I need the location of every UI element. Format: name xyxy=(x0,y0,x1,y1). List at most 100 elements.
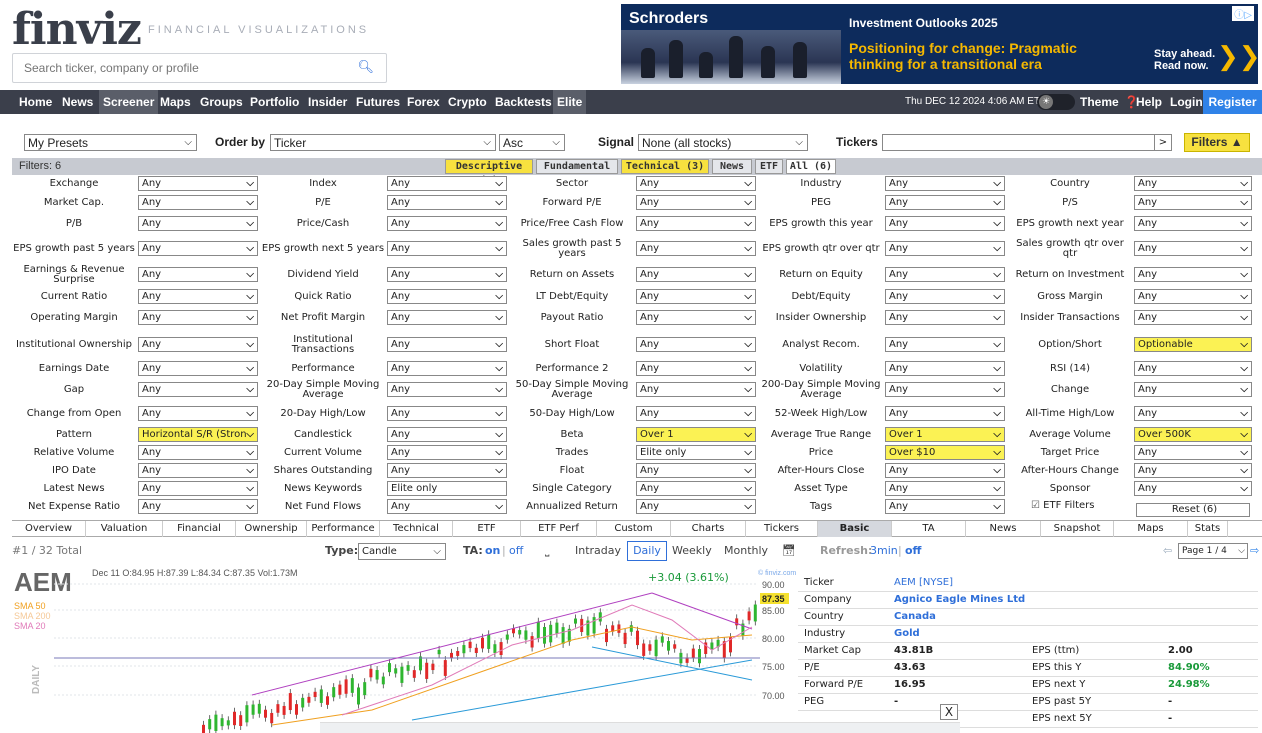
filter-select[interactable]: Any ⌵ xyxy=(636,406,756,421)
monthly-button[interactable]: Monthly xyxy=(724,541,768,561)
nav-maps[interactable]: Maps xyxy=(160,90,191,114)
snapshot-value[interactable]: Gold xyxy=(894,626,920,642)
view-tab-basic[interactable]: Basic xyxy=(818,521,892,537)
view-tab-news[interactable]: News xyxy=(966,521,1041,537)
filter-select[interactable]: Any ⌵ xyxy=(636,216,756,231)
view-tab-ta[interactable]: TA xyxy=(892,521,966,537)
nav-screener[interactable]: Screener xyxy=(99,90,159,114)
filter-select[interactable]: Any ⌵ xyxy=(138,382,258,397)
filter-select[interactable]: Any ⌵ xyxy=(885,310,1005,325)
ad-cta[interactable]: Stay ahead. Read now. xyxy=(1154,48,1220,72)
filter-select[interactable]: Any ⌵ xyxy=(636,463,756,478)
view-tab-maps[interactable]: Maps xyxy=(1114,521,1188,537)
filter-select[interactable]: Over 1 ⌵ xyxy=(636,427,756,442)
chevron-right-icon[interactable]: ❯❯ xyxy=(1217,42,1258,72)
register-button[interactable]: Register xyxy=(1203,90,1262,114)
filter-select[interactable]: Any ⌵ xyxy=(636,337,756,352)
snapshot-value[interactable]: Canada xyxy=(894,609,936,625)
filter-select[interactable]: Any ⌵ xyxy=(138,176,258,191)
tickers-input[interactable] xyxy=(882,134,1172,151)
filter-select[interactable]: Any ⌵ xyxy=(387,406,507,421)
nav-insider[interactable]: Insider xyxy=(308,90,347,114)
filter-select[interactable]: Any ⌵ xyxy=(636,289,756,304)
filter-select[interactable]: Any ⌵ xyxy=(387,361,507,376)
type-select[interactable]: Candle ⌵ xyxy=(358,543,446,560)
filter-select[interactable]: Any ⌵ xyxy=(138,499,258,514)
filter-select[interactable]: Any ⌵ xyxy=(138,445,258,460)
filter-select[interactable]: Any ⌵ xyxy=(1134,310,1252,325)
filter-select[interactable]: Any ⌵ xyxy=(387,176,507,191)
filter-select[interactable]: Any ⌵ xyxy=(885,382,1005,397)
tab-technical[interactable]: Technical (3) xyxy=(621,159,709,174)
filter-select[interactable]: Optionable ⌵ xyxy=(1134,337,1252,352)
tickers-go-button[interactable]: > xyxy=(1154,134,1172,151)
filter-select[interactable]: Any ⌵ xyxy=(387,427,507,442)
filter-select[interactable]: Any ⌵ xyxy=(1134,241,1252,256)
calendar-icon[interactable]: 📅︎ xyxy=(782,541,796,561)
page-select[interactable]: Page 1 / 4 ⌵ xyxy=(1178,543,1248,559)
next-page-icon[interactable]: ⇨ xyxy=(1250,541,1259,561)
theme-toggle[interactable]: ☀ xyxy=(1037,94,1075,110)
finviz-logo[interactable]: finviz xyxy=(12,4,142,55)
filter-select[interactable]: Any ⌵ xyxy=(138,241,258,256)
weekly-button[interactable]: Weekly xyxy=(672,541,712,561)
nav-crypto[interactable]: Crypto xyxy=(448,90,487,114)
filter-select[interactable]: Any ⌵ xyxy=(138,481,258,496)
nav-groups[interactable]: Groups xyxy=(200,90,243,114)
filter-select[interactable]: Any ⌵ xyxy=(636,481,756,496)
nav-help[interactable]: Help xyxy=(1136,90,1162,114)
filter-select[interactable]: Over 1 ⌵ xyxy=(885,427,1005,442)
filter-select[interactable]: Any ⌵ xyxy=(1134,463,1252,478)
filter-select[interactable]: Any ⌵ xyxy=(138,289,258,304)
filter-select[interactable]: Any ⌵ xyxy=(138,195,258,210)
view-tab-etf-perf[interactable]: ETF Perf xyxy=(521,521,597,537)
view-tab-etf[interactable]: ETF xyxy=(453,521,521,537)
search-input[interactable] xyxy=(13,54,343,82)
filter-select[interactable]: Any ⌵ xyxy=(1134,289,1252,304)
filter-select[interactable]: Any ⌵ xyxy=(138,361,258,376)
nav-forex[interactable]: Forex xyxy=(407,90,440,114)
filter-select[interactable]: Any ⌵ xyxy=(885,216,1005,231)
filter-select[interactable]: Any ⌵ xyxy=(387,289,507,304)
nav-news[interactable]: News xyxy=(62,90,93,114)
filter-select[interactable]: Any ⌵ xyxy=(636,382,756,397)
filter-select[interactable]: Any ⌵ xyxy=(885,337,1005,352)
filter-select[interactable]: Any ⌵ xyxy=(138,406,258,421)
view-tab-custom[interactable]: Custom xyxy=(597,521,671,537)
filter-select[interactable]: Any ⌵ xyxy=(885,499,1005,514)
view-tab-overview[interactable]: Overview xyxy=(12,521,86,537)
prev-page-icon[interactable]: ⇦ xyxy=(1163,541,1172,561)
direction-select[interactable]: Asc ⌵ xyxy=(499,134,565,151)
filter-select[interactable]: Any ⌵ xyxy=(1134,267,1252,282)
filter-select[interactable]: Any ⌵ xyxy=(636,267,756,282)
filter-select[interactable]: Any ⌵ xyxy=(636,195,756,210)
filter-select[interactable]: Any ⌵ xyxy=(387,337,507,352)
nav-login[interactable]: Login xyxy=(1170,90,1203,114)
search-box[interactable]: 🔍︎ xyxy=(12,53,387,83)
filter-select[interactable]: Any ⌵ xyxy=(885,176,1005,191)
filter-select[interactable]: Any ⌵ xyxy=(387,445,507,460)
filter-select[interactable]: Any ⌵ xyxy=(1134,176,1252,191)
filter-select[interactable]: Any ⌵ xyxy=(387,216,507,231)
filter-select[interactable]: Any ⌵ xyxy=(138,267,258,282)
nav-futures[interactable]: Futures xyxy=(356,90,400,114)
filter-select[interactable]: Any ⌵ xyxy=(1134,481,1252,496)
ad-info-icon[interactable]: ⓘ▷ xyxy=(1232,6,1254,21)
theme-label[interactable]: Theme xyxy=(1080,90,1119,114)
view-tab-stats[interactable]: Stats xyxy=(1188,521,1228,537)
filter-select[interactable]: Any ⌵ xyxy=(1134,216,1252,231)
view-tab-financial[interactable]: Financial xyxy=(163,521,236,537)
filter-select[interactable]: Over 500K ⌵ xyxy=(1134,427,1252,442)
filter-select[interactable]: Over $10 ⌵ xyxy=(885,445,1005,460)
advertisement-banner[interactable]: Schroders Investment Outlooks 2025 Posit… xyxy=(621,4,1258,84)
ta-off[interactable]: off xyxy=(509,541,523,561)
nav-home[interactable]: Home xyxy=(19,90,52,114)
price-chart[interactable]: AEM Dec 11 O:84.95 H:87.39 L:84.34 C:87.… xyxy=(12,565,797,733)
filter-select[interactable]: Any ⌵ xyxy=(1134,445,1252,460)
intraday-button[interactable]: Intraday xyxy=(575,541,621,561)
view-tab-tickers[interactable]: Tickers xyxy=(746,521,818,537)
view-tab-charts[interactable]: Charts xyxy=(671,521,746,537)
etf-filters-checkbox[interactable]: ☑ ETF Filters xyxy=(1028,499,1138,514)
filter-select[interactable]: Any ⌵ xyxy=(387,267,507,282)
checkbox-icon[interactable]: ☑ xyxy=(1031,500,1043,511)
